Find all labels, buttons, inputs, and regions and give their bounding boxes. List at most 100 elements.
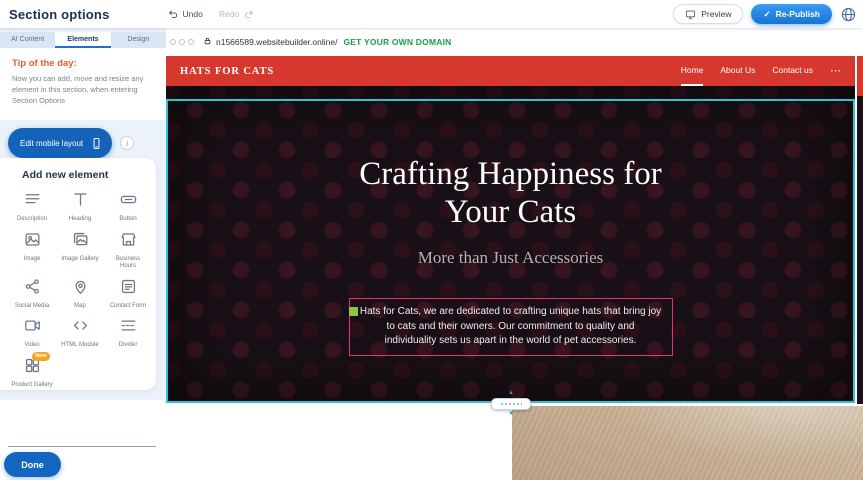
element-button[interactable]: Button: [104, 190, 152, 224]
panel-footer: Done: [0, 400, 166, 480]
panel-tabs: AI ContentElementsDesign: [0, 32, 166, 48]
element-label: Social Media: [15, 303, 49, 311]
tip-title: Tip of the day:: [12, 58, 154, 69]
add-new-element-title: Add new element: [22, 169, 152, 181]
tip-of-the-day: Tip of the day: Now you can add, move an…: [0, 48, 166, 120]
arrow-down-icon: ▼: [508, 411, 514, 418]
element-label: Description: [17, 216, 47, 224]
tab-elements[interactable]: Elements: [55, 32, 110, 48]
preview-label: Preview: [701, 9, 731, 19]
contact-form-icon: [119, 277, 138, 301]
edit-mobile-row: Edit mobile layout i: [8, 128, 134, 158]
element-heading[interactable]: Heading: [56, 190, 104, 224]
hero-paragraph-block[interactable]: Hats for Cats, we are dedicated to craft…: [349, 298, 673, 356]
page-title: Section options: [9, 7, 110, 22]
element-label: Map: [74, 303, 86, 311]
edit-mobile-layout-button[interactable]: Edit mobile layout: [8, 128, 112, 158]
topbar: Section options Undo Redo Preview: [0, 0, 863, 28]
button-icon: [119, 190, 138, 214]
element-contact-form[interactable]: Contact Form: [104, 277, 152, 311]
element-label: Image Gallery: [61, 256, 98, 264]
element-label: Heading: [69, 216, 91, 224]
map-icon: [71, 277, 90, 301]
tab-ai-content[interactable]: AI Content: [0, 32, 55, 48]
check-icon: ✓: [763, 9, 770, 20]
element-label: Contact Form: [110, 303, 146, 311]
window-dots-icon: [170, 39, 194, 45]
text-lines-icon: [23, 190, 42, 214]
social-media-icon: [23, 277, 42, 301]
element-social-media[interactable]: Social Media: [8, 277, 56, 311]
divider-icon: [119, 316, 138, 340]
site-nav: Home About Us Contact us ⋯: [681, 56, 841, 86]
history-controls: Undo Redo: [168, 9, 255, 20]
hero-subheading[interactable]: More than Just Accessories: [418, 248, 604, 268]
app: Section options Undo Redo Preview: [0, 0, 863, 480]
edit-mobile-label: Edit mobile layout: [20, 139, 83, 148]
lock-icon: [203, 33, 212, 51]
element-label: HTML Module: [61, 342, 98, 350]
undo-icon: [168, 9, 179, 20]
site-header: HATS FOR CATS Home About Us Contact us ⋯: [166, 56, 855, 86]
phone-icon: [90, 137, 103, 150]
redo-icon: [243, 9, 254, 20]
nav-item-about-us[interactable]: About Us: [720, 56, 755, 86]
topbar-actions: Preview ✓ Re-Publish: [673, 4, 857, 24]
element-label: Product Gallery: [11, 382, 52, 390]
heading-icon: [71, 190, 90, 214]
hero-heading[interactable]: Crafting Happiness for Your Cats: [331, 156, 691, 231]
undo-button[interactable]: Undo: [168, 9, 203, 20]
add-new-element-panel: Add new element Description Heading Button…: [0, 158, 156, 390]
video-icon: [23, 316, 42, 340]
element-video[interactable]: Video: [8, 316, 56, 350]
left-panel: AI ContentElementsDesign Tip of the day:…: [0, 28, 166, 480]
browser-chrome: n1566589.websitebuilder.online/ GET YOUR…: [166, 28, 863, 56]
element-label: Image: [24, 256, 41, 264]
undo-label: Undo: [183, 9, 203, 19]
grip-dots-icon: [491, 398, 531, 410]
element-html-module[interactable]: HTML Module: [56, 316, 104, 350]
element-label: Video: [24, 342, 39, 350]
get-domain-link[interactable]: GET YOUR OWN DOMAIN: [343, 37, 451, 47]
element-description[interactable]: Description: [8, 190, 56, 224]
hero-paragraph: Hats for Cats, we are dedicated to craft…: [360, 305, 662, 349]
image-gallery-icon: [71, 230, 90, 254]
nav-more-button[interactable]: ⋯: [830, 56, 841, 86]
html-module-icon: [71, 316, 90, 340]
preview-button[interactable]: Preview: [673, 4, 743, 24]
footer-divider: [8, 446, 156, 447]
site-logo[interactable]: HATS FOR CATS: [180, 66, 274, 77]
info-icon[interactable]: i: [120, 136, 134, 150]
nav-item-home[interactable]: Home: [681, 56, 704, 86]
element-grid: Description Heading Button Image Image Galle…: [8, 190, 152, 389]
element-drag-handle[interactable]: [349, 307, 358, 316]
tab-design[interactable]: Design: [111, 32, 166, 48]
element-image-gallery[interactable]: Image Gallery: [56, 230, 104, 271]
redo-label: Redo: [219, 9, 239, 19]
site-url[interactable]: n1566589.websitebuilder.online/: [216, 37, 337, 47]
monitor-icon: [685, 9, 696, 20]
element-image[interactable]: Image: [8, 230, 56, 271]
redo-button[interactable]: Redo: [219, 9, 254, 20]
image-icon: [23, 230, 42, 254]
element-divider[interactable]: Divider: [104, 316, 152, 350]
element-label: Divider: [119, 342, 138, 350]
page-edge-header: [857, 56, 863, 96]
section-resize-handle[interactable]: ▲ ▼: [489, 390, 533, 418]
tip-body: Now you can add, move and resize any ele…: [12, 74, 154, 107]
language-globe-button[interactable]: [840, 6, 857, 23]
next-section-photo: [512, 406, 863, 480]
element-label: Business Hours: [107, 256, 149, 271]
nav-item-contact-us[interactable]: Contact us: [772, 56, 813, 86]
hero-section[interactable]: Crafting Happiness for Your Cats More th…: [166, 86, 855, 403]
republish-button[interactable]: ✓ Re-Publish: [751, 4, 832, 24]
element-business-hours[interactable]: Business Hours: [104, 230, 152, 271]
new-badge: New: [32, 352, 50, 361]
arrow-up-icon: ▲: [508, 390, 514, 397]
done-button[interactable]: Done: [4, 452, 61, 477]
business-hours-icon: [119, 230, 138, 254]
page-edge-strip: [857, 56, 863, 404]
element-label: Button: [119, 216, 136, 224]
element-product-gallery[interactable]: Product GalleryNew: [8, 356, 56, 390]
element-map[interactable]: Map: [56, 277, 104, 311]
